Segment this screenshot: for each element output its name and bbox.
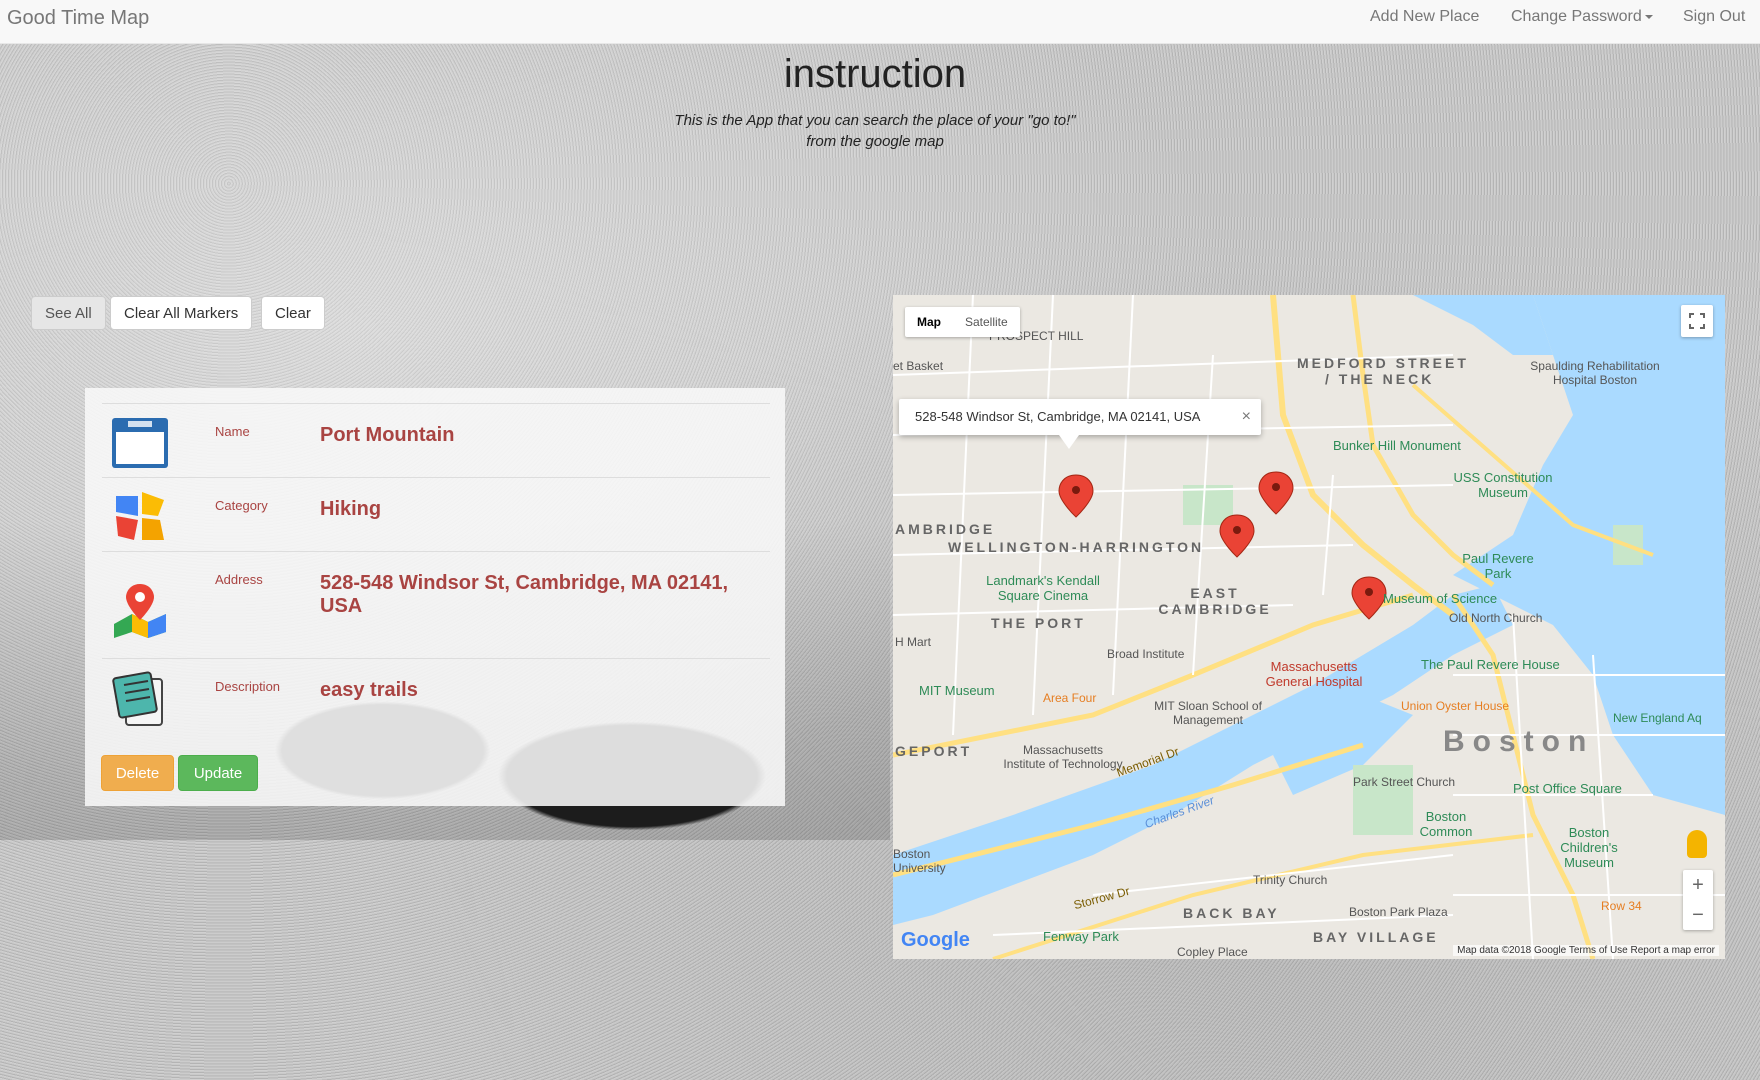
label-the-neck: / THE NECK	[1325, 371, 1435, 387]
label-old-north-church: Old North Church	[1449, 611, 1543, 625]
notepad-icon	[112, 671, 163, 726]
zoom-control: + −	[1683, 870, 1713, 930]
map-type-map-button[interactable]: Map	[905, 307, 953, 337]
label-east-cambridge: EAST CAMBRIDGE	[1158, 585, 1272, 617]
label-medford-street: MEDFORD STREET	[1297, 355, 1469, 371]
label-area-four: Area Four	[1043, 691, 1097, 705]
add-new-place-link[interactable]: Add New Place	[1370, 8, 1479, 26]
google-map[interactable]: PROSPECT HILL et Basket MEDFORD STREET /…	[893, 295, 1725, 959]
label-row-34: Row 34	[1601, 899, 1642, 913]
category-value: Hiking	[320, 498, 382, 520]
street-view-pegman-icon[interactable]	[1687, 830, 1707, 858]
label-broad-institute: Broad Institute	[1107, 647, 1185, 661]
place-row-address: Address 528-548 Windsor St, Cambridge, M…	[102, 551, 770, 658]
label-mit-museum: MIT Museum	[919, 683, 995, 698]
caret-down-icon	[1644, 14, 1653, 19]
label-park-street-church: Park Street Church	[1353, 775, 1456, 789]
google-logo: Google	[901, 929, 970, 951]
see-all-button[interactable]: See All	[31, 296, 106, 330]
zoom-out-button[interactable]: −	[1683, 900, 1713, 930]
label-mit: Massachusetts Institute of Technology	[1003, 743, 1123, 771]
label-et-basket: et Basket	[893, 359, 944, 373]
label-wellington: WELLINGTON-HARRINGTON	[948, 539, 1205, 555]
address-label: Address	[215, 572, 263, 587]
instruction-text: This is the App that you can search the …	[0, 110, 1750, 152]
delete-button[interactable]: Delete	[101, 755, 174, 791]
place-row-description: Description easy trails	[102, 658, 770, 744]
label-h-mart: H Mart	[895, 635, 931, 649]
label-bay-village: BAY VILLAGE	[1313, 929, 1439, 945]
label-boston: Boston	[1443, 725, 1595, 758]
instruction-line-1: This is the App that you can search the …	[674, 112, 1076, 129]
change-password-dropdown[interactable]: Change Password	[1511, 8, 1653, 26]
label-back-bay: BACK BAY	[1183, 905, 1280, 921]
label-paul-revere-house: The Paul Revere House	[1421, 657, 1560, 672]
map-attribution[interactable]: Map data ©2018 Google Terms of Use Repor…	[1453, 945, 1719, 956]
label-museum-of-science: Museum of Science	[1383, 591, 1498, 606]
instruction-line-2: from the google map	[806, 133, 944, 150]
zoom-in-button[interactable]: +	[1683, 870, 1713, 900]
name-label: Name	[215, 424, 250, 439]
label-boston-park-plaza: Boston Park Plaza	[1349, 905, 1448, 919]
label-childrens-museum: Boston Children's Museum	[1560, 825, 1618, 870]
label-geport: GEPORT	[895, 743, 973, 759]
change-password-label: Change Password	[1511, 8, 1642, 25]
sign-out-link[interactable]: Sign Out	[1683, 8, 1745, 26]
label-landmarks-cinema: Landmark's Kendall Square Cinema	[986, 573, 1100, 603]
fullscreen-button[interactable]	[1681, 305, 1713, 337]
name-value: Port Mountain	[320, 424, 455, 446]
label-union-oyster: Union Oyster House	[1401, 699, 1510, 713]
instruction-title: instruction	[783, 52, 967, 96]
clear-all-markers-button[interactable]: Clear All Markers	[110, 296, 253, 330]
info-window-tail	[1059, 435, 1079, 449]
label-spaulding: Spaulding Rehabilitation Hospital Boston	[1530, 359, 1660, 387]
map-type-control: Map Satellite	[905, 307, 1020, 337]
place-row-name: Name Port Mountain	[102, 403, 770, 477]
label-paul-revere-park: Paul Revere Park	[1462, 551, 1534, 581]
description-value: easy trails	[320, 679, 418, 701]
label-copley-place: Copley Place	[1177, 945, 1248, 959]
update-button[interactable]: Update	[178, 755, 258, 791]
place-detail-card: Name Port Mountain Category Hiking Addre…	[85, 388, 785, 806]
label-fenway-park: Fenway Park	[1043, 929, 1119, 944]
name-tag-icon	[112, 418, 168, 468]
info-window-close-icon[interactable]: ×	[1242, 399, 1251, 435]
info-window-address: 528-548 Windsor St, Cambridge, MA 02141,…	[915, 409, 1201, 424]
description-label: Description	[215, 679, 281, 694]
label-mit-sloan: MIT Sloan School of Management	[1154, 699, 1262, 727]
map-pin-icon	[114, 584, 166, 638]
category-label: Category	[215, 498, 268, 513]
label-ambridge: AMBRIDGE	[895, 521, 996, 537]
label-the-port: THE PORT	[991, 615, 1086, 631]
label-boston-common: Boston Common	[1419, 809, 1473, 839]
place-row-category: Category Hiking	[102, 477, 770, 551]
address-value: 528-548 Windsor St, Cambridge, MA 02141,…	[320, 572, 729, 617]
label-post-office-square: Post Office Square	[1513, 781, 1622, 796]
brand-link[interactable]: Good Time Map	[7, 7, 149, 30]
map-info-window: 528-548 Windsor St, Cambridge, MA 02141,…	[899, 399, 1261, 449]
top-navbar: Good Time Map Add New Place Change Passw…	[0, 0, 1760, 44]
category-icon	[116, 492, 164, 540]
label-uss-constitution: USS Constitution Museum	[1453, 470, 1553, 500]
label-boston-university: Boston University	[893, 847, 946, 875]
map-type-satellite-button[interactable]: Satellite	[953, 307, 1020, 337]
label-mass-general: Massachusetts General Hospital	[1265, 659, 1363, 689]
label-new-england-aq: New England Aq	[1613, 711, 1702, 725]
clear-button[interactable]: Clear	[261, 296, 325, 330]
fullscreen-icon	[1689, 313, 1705, 329]
label-bunker-hill: Bunker Hill Monument	[1333, 438, 1461, 453]
label-trinity-church: Trinity Church	[1253, 873, 1328, 887]
